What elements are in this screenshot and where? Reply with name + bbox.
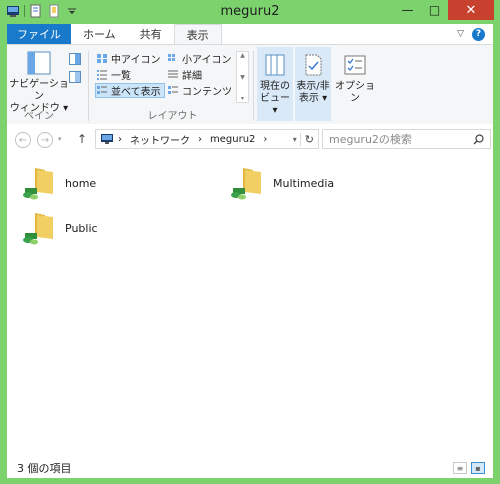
shared-folder-icon: [23, 168, 53, 200]
gallery-more-icon[interactable]: ▾: [241, 95, 244, 102]
ribbon-controls: ▽ ?: [457, 24, 493, 44]
close-button[interactable]: ✕: [448, 0, 494, 20]
layout-list-label: 一覧: [111, 71, 131, 82]
preview-pane-icon[interactable]: [69, 53, 81, 65]
breadcrumb-meguru2[interactable]: meguru2: [206, 134, 259, 145]
shared-folder-icon: [23, 213, 53, 245]
layout-tiles-label: 並べて表示: [111, 87, 161, 98]
layout-list[interactable]: 一覧: [96, 67, 131, 82]
current-view-label-2: ビュー ▾: [260, 93, 290, 116]
tab-file[interactable]: ファイル: [7, 24, 71, 44]
details-pane-icon[interactable]: [69, 71, 81, 83]
options-button[interactable]: オプション: [333, 52, 377, 105]
small-icons-icon: [168, 54, 175, 61]
layout-small-icons[interactable]: 小アイコン: [167, 51, 232, 66]
list-item[interactable]: Public: [21, 211, 98, 245]
search-box[interactable]: meguru2の検索: [322, 129, 491, 149]
list-item[interactable]: home: [21, 166, 96, 200]
file-list: home Multimedia Public: [7, 156, 493, 458]
breadcrumb-separator[interactable]: ›: [259, 134, 271, 145]
minimize-button[interactable]: —: [394, 0, 421, 20]
view-switcher: ≡ ▪: [453, 462, 493, 474]
layout-small-icons-label: 小アイコン: [182, 55, 232, 66]
tab-home[interactable]: ホーム: [71, 24, 128, 44]
shared-folder-icon: [231, 168, 261, 200]
list-view-icon: [97, 70, 107, 80]
window-controls: — □ ✕: [394, 0, 494, 20]
item-name: home: [65, 176, 97, 190]
up-button[interactable]: ↑: [77, 132, 87, 146]
show-hide-label-2: 表示 ▾: [298, 93, 328, 104]
item-name: Public: [65, 221, 98, 235]
explorer-window: meguru2 — □ ✕ ファイル ホーム 共有 表示 ▽ ? ナビゲーション…: [0, 0, 500, 484]
current-view-label-1: 現在の: [260, 81, 290, 92]
medium-icons-icon: [97, 54, 107, 63]
navigation-pane-button[interactable]: ナビゲーション ウィンドウ ▾: [9, 50, 69, 115]
current-view-icon: [265, 54, 285, 76]
options-icon: [344, 55, 366, 75]
ribbon-separator: [253, 51, 254, 121]
show-hide-button[interactable]: 表示/非 表示 ▾: [295, 52, 331, 105]
details-view-button[interactable]: ≡: [453, 462, 467, 474]
status-bar: 3 個の項目 ≡ ▪: [7, 458, 493, 478]
item-name: Multimedia: [273, 176, 335, 190]
ribbon-tabs: ファイル ホーム 共有 表示 ▽ ?: [7, 24, 493, 44]
expand-ribbon-icon[interactable]: ▽: [457, 29, 464, 39]
ribbon-separator: [88, 51, 89, 121]
layout-medium-icons[interactable]: 中アイコン: [96, 51, 161, 66]
layout-group-label: レイアウト: [147, 111, 198, 122]
search-placeholder: meguru2の検索: [329, 133, 412, 146]
search-icon[interactable]: [473, 133, 484, 145]
pane-group: ナビゲーション ウィンドウ ▾ ペイン: [7, 45, 71, 125]
gallery-up-icon[interactable]: ▲: [240, 52, 245, 59]
layout-details[interactable]: 詳細: [167, 67, 202, 82]
tab-share[interactable]: 共有: [128, 24, 174, 44]
breadcrumb-separator[interactable]: ›: [114, 134, 126, 145]
details-view-icon: [168, 70, 178, 78]
gallery-down-icon[interactable]: ▼: [240, 74, 245, 81]
layout-details-label: 詳細: [182, 71, 202, 82]
layout-content[interactable]: コンテンツ: [167, 83, 232, 98]
show-hide-icon: [305, 54, 322, 76]
current-view-button[interactable]: 現在の ビュー ▾: [257, 52, 293, 117]
layout-medium-icons-label: 中アイコン: [111, 55, 161, 66]
refresh-icon[interactable]: ↻: [299, 132, 318, 146]
address-dropdown-icon[interactable]: ▾: [290, 135, 300, 144]
layout-tiles[interactable]: 並べて表示: [95, 83, 165, 98]
forward-button[interactable]: →: [37, 132, 53, 148]
pane-group-label: ペイン: [24, 111, 54, 122]
tab-view[interactable]: 表示: [173, 24, 222, 44]
recent-locations-icon[interactable]: ▾: [58, 135, 62, 143]
back-button[interactable]: ←: [15, 132, 31, 148]
nav-pane-label-1: ナビゲーション: [9, 79, 69, 102]
maximize-button[interactable]: □: [421, 0, 448, 20]
content-view-icon: [168, 86, 178, 94]
options-label: オプション: [335, 81, 375, 104]
address-bar[interactable]: › ネットワーク › meguru2 › ▾ ↻: [95, 129, 319, 149]
ribbon-panel: ナビゲーション ウィンドウ ▾ ペイン 中アイコン 小アイコン 一覧 詳細 並べ…: [7, 44, 493, 126]
help-icon[interactable]: ?: [472, 27, 485, 41]
network-location-icon: [101, 134, 113, 144]
breadcrumb-separator[interactable]: ›: [194, 134, 206, 145]
title-bar: meguru2 — □ ✕: [0, 0, 500, 24]
item-count: 3 個の項目: [17, 462, 72, 475]
breadcrumb-network[interactable]: ネットワーク: [126, 132, 194, 147]
navigation-bar: ← → ▾ ↑ › ネットワーク › meguru2 › ▾ ↻ meguru2…: [7, 124, 493, 156]
layout-content-label: コンテンツ: [182, 87, 232, 98]
tiles-view-icon: [97, 86, 107, 94]
layout-gallery-scroll[interactable]: ▲ ▼ ▾: [236, 51, 249, 103]
show-hide-label-1: 表示/非: [296, 81, 330, 92]
list-item[interactable]: Multimedia: [229, 166, 334, 200]
navigation-pane-icon: [27, 51, 51, 75]
large-icons-view-button[interactable]: ▪: [471, 462, 485, 474]
